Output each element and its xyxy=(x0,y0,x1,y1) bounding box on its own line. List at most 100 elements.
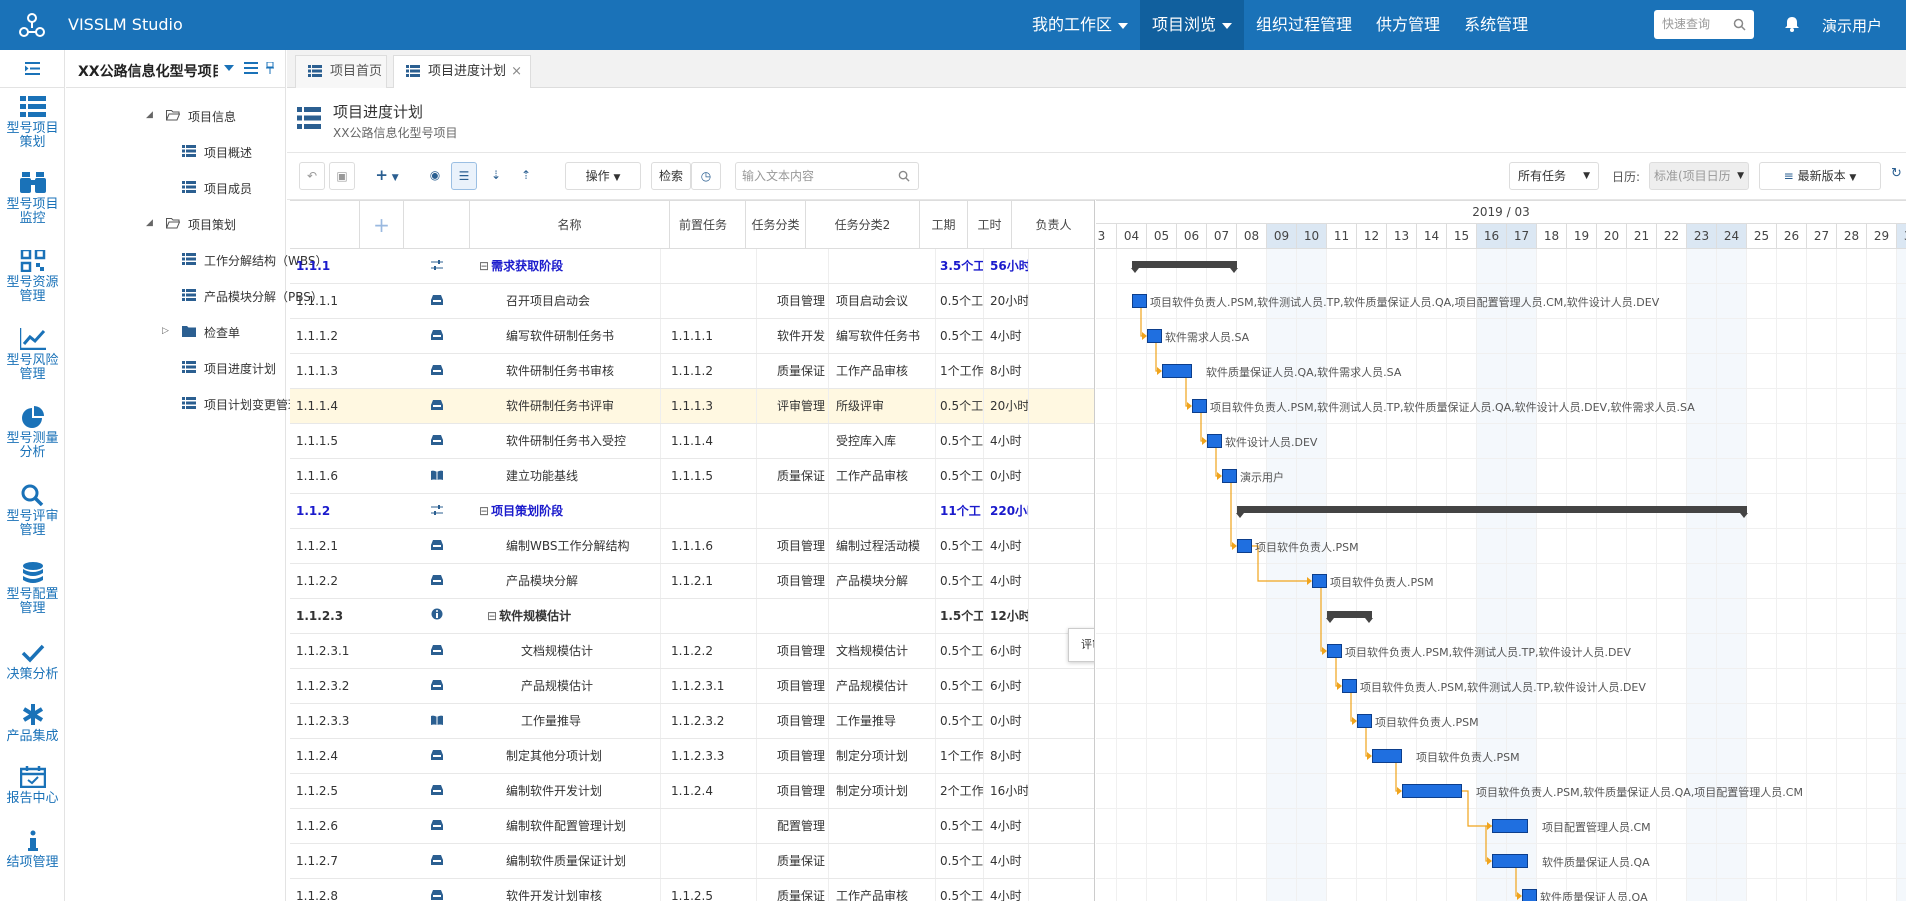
header-col-3[interactable]: 任务分类2 xyxy=(806,201,920,249)
table-row[interactable]: 1.1.1.4 软件研制任务书评审 1.1.1.3 评审管理 所级评审 0.5个工 20小时 xyxy=(290,389,1094,424)
expanded-icon[interactable]: ◢ xyxy=(146,110,153,120)
table-row[interactable]: 1.1.1.5 软件研制任务书入受控 1.1.1.4 受控库入库 0.5个工 4小时 xyxy=(290,424,1094,459)
chevron-down-icon[interactable] xyxy=(224,65,234,71)
align-left-button[interactable]: ☰ xyxy=(451,162,477,190)
tree-node-2[interactable]: 项目成员 xyxy=(182,180,252,197)
collapse-icon[interactable]: ⊟ xyxy=(479,259,489,273)
gantt-summary-bar[interactable] xyxy=(1131,261,1238,273)
header-col-1[interactable]: 前置任务 xyxy=(661,201,746,249)
undo-button[interactable]: ↶ xyxy=(299,162,325,190)
gantt-task-bar[interactable] xyxy=(1357,714,1372,728)
table-row[interactable]: 1.1.2.6 编制软件配置管理计划 配置管理 0.5个工 4小时 xyxy=(290,809,1094,844)
tree-node-8[interactable]: 项目计划变更管理 xyxy=(182,396,300,413)
header-col-4[interactable]: 工期 xyxy=(920,201,968,249)
project-selector[interactable]: XX公路信息化型号项目 xyxy=(78,61,218,81)
table-row[interactable]: 1.1.2.4 制定其他分项计划 1.1.2.3.3 项目管理 制定分项计划 1个工作 8小… xyxy=(290,739,1094,774)
user-menu[interactable]: 演示用户 xyxy=(1822,15,1882,36)
gantt-task-bar[interactable] xyxy=(1327,644,1342,658)
gantt-task-bar[interactable] xyxy=(1192,399,1207,413)
table-row[interactable]: 1.1.1.3 软件研制任务书审核 1.1.1.2 质量保证 工作产品审核 1个工作 8小时 xyxy=(290,354,1094,389)
gantt-task-bar[interactable] xyxy=(1342,679,1357,693)
header-col-6[interactable]: 负责人 xyxy=(1012,201,1094,249)
search-icon[interactable] xyxy=(1733,18,1746,31)
rail-collapse-toggle[interactable] xyxy=(0,50,64,88)
tab-1[interactable]: 项目进度计划 × xyxy=(393,55,531,88)
operate-dropdown[interactable]: 操作 ▼ xyxy=(565,162,641,190)
menu-icon[interactable] xyxy=(244,62,258,74)
indent-icon[interactable] xyxy=(25,62,40,75)
nav-item-4[interactable]: 系统管理 xyxy=(1452,0,1540,50)
gantt-task-bar[interactable] xyxy=(1492,854,1528,868)
nav-item-3[interactable]: 供方管理 xyxy=(1364,0,1452,50)
gantt-summary-bar[interactable] xyxy=(1236,506,1748,518)
add-button[interactable]: + ▼ xyxy=(365,162,409,190)
gantt-task-bar[interactable] xyxy=(1132,294,1147,308)
save-button[interactable]: ▣ xyxy=(329,162,355,190)
refresh-icon[interactable]: ↻ xyxy=(1891,166,1902,181)
table-row[interactable]: 1.1.2.5 编制软件开发计划 1.1.2.4 项目管理 制定分项计划 2个工作 16小时 xyxy=(290,774,1094,809)
table-row[interactable]: 1.1.1 ⊟ 需求获取阶段 3.5个工 56小时 xyxy=(290,249,1094,284)
nav-item-2[interactable]: 组织过程管理 xyxy=(1244,0,1364,50)
collapse-icon[interactable]: ⊟ xyxy=(487,609,497,623)
collapse-icon[interactable]: ⊟ xyxy=(479,504,489,518)
nav-item-0[interactable]: 我的工作区 xyxy=(1020,0,1140,50)
rail-item-1[interactable]: 型号项目监控 xyxy=(0,172,65,226)
rail-item-3[interactable]: 型号风险管理 xyxy=(0,328,65,382)
tree-node-0[interactable]: ◢ 项目信息 xyxy=(146,108,236,125)
header-col-5[interactable]: 工时 xyxy=(968,201,1012,249)
gantt-task-bar[interactable] xyxy=(1237,539,1252,553)
quick-search-input[interactable]: 快速查询 xyxy=(1654,10,1754,39)
sort-desc-button[interactable]: ⇣ xyxy=(483,162,509,190)
gantt-task-bar[interactable] xyxy=(1522,889,1537,901)
gantt-summary-bar[interactable] xyxy=(1326,611,1373,623)
rail-item-10[interactable]: 结项管理 xyxy=(0,830,65,870)
tab-0[interactable]: 项目首页 xyxy=(295,55,387,88)
rail-item-7[interactable]: 决策分析 xyxy=(0,642,65,682)
gantt-task-bar[interactable] xyxy=(1222,469,1237,483)
tree-node-7[interactable]: 项目进度计划 xyxy=(182,360,276,377)
nav-item-1[interactable]: 项目浏览 xyxy=(1140,0,1245,50)
table-row[interactable]: 1.1.1.6 建立功能基线 1.1.1.5 质量保证 工作产品审核 0.5个工 0小时 xyxy=(290,459,1094,494)
rail-item-6[interactable]: 型号配置管理 xyxy=(0,562,65,616)
rail-item-5[interactable]: 型号评审管理 xyxy=(0,484,65,538)
table-row[interactable]: 1.1.1.1 召开项目启动会 项目管理 项目启动会议 0.5个工 20小时 xyxy=(290,284,1094,319)
header-col-2[interactable]: 任务分类 xyxy=(746,201,806,249)
pin-icon[interactable] xyxy=(266,62,274,74)
sort-asc-button[interactable]: ⇡ xyxy=(513,162,539,190)
collapsed-icon[interactable]: ▷ xyxy=(162,326,169,336)
task-filter-select[interactable]: 所有任务 ▼ xyxy=(1509,162,1599,190)
table-row[interactable]: 1.1.2.2 产品模块分解 1.1.2.1 项目管理 产品模块分解 0.5个工 4小时 xyxy=(290,564,1094,599)
rail-item-0[interactable]: 型号项目策划 xyxy=(0,96,65,150)
clock-button[interactable]: ◷ xyxy=(691,162,721,190)
expanded-icon[interactable]: ◢ xyxy=(146,218,153,228)
target-button[interactable]: ◉ xyxy=(423,162,447,190)
tree-node-1[interactable]: 项目概述 xyxy=(182,144,252,161)
table-row[interactable]: 1.1.1.2 编写软件研制任务书 1.1.1.1 软件开发 编写软件任务书 0.5个工 4… xyxy=(290,319,1094,354)
calendar-select[interactable]: 标准(项目日历 ▼ xyxy=(1649,162,1749,190)
gantt-task-bar[interactable] xyxy=(1162,364,1192,378)
gantt-task-bar[interactable] xyxy=(1147,329,1162,343)
gantt-task-bar[interactable] xyxy=(1312,574,1327,588)
gantt-task-bar[interactable] xyxy=(1207,434,1222,448)
gantt-task-bar[interactable] xyxy=(1402,784,1462,798)
version-dropdown[interactable]: ≡ 最新版本 ▼ xyxy=(1759,162,1881,190)
gantt-task-bar[interactable] xyxy=(1372,749,1402,763)
table-row[interactable]: 1.1.2.8 软件开发计划审核 1.1.2.5 质量保证 工作产品审核 0.5个工 4小时 xyxy=(290,879,1094,901)
rail-item-4[interactable]: 型号测量分析 xyxy=(0,406,65,460)
gantt-task-bar[interactable] xyxy=(1492,819,1528,833)
rail-item-2[interactable]: 型号资源管理 xyxy=(0,250,65,304)
tree-node-3[interactable]: ◢ 项目策划 xyxy=(146,216,236,233)
table-row[interactable]: 1.1.2.3.1 文档规模估计 1.1.2.2 项目管理 文档规模估计 0.5个工 6小时 xyxy=(290,634,1094,669)
search-field-button[interactable]: 检索 xyxy=(651,162,691,190)
rail-item-8[interactable]: 产品集成 xyxy=(0,704,65,744)
search-text-input[interactable]: 输入文本内容 xyxy=(735,162,919,190)
table-row[interactable]: 1.1.2.1 编制WBS工作分解结构 1.1.1.6 项目管理 编制过程活动模 0.5个… xyxy=(290,529,1094,564)
table-row[interactable]: 1.1.2.3.2 产品规模估计 1.1.2.3.1 项目管理 产品规模估计 0.5个工 6… xyxy=(290,669,1094,704)
rail-item-9[interactable]: 报告中心 xyxy=(0,766,65,806)
table-row[interactable]: 1.1.2.3.3 工作量推导 1.1.2.3.2 项目管理 工作量推导 0.5个工 0小时 xyxy=(290,704,1094,739)
table-row[interactable]: 1.1.2.3 ⊟ 软件规模估计 1.5个工 12小时 xyxy=(290,599,1094,634)
tree-node-6[interactable]: ▷ 检查单 xyxy=(162,324,240,341)
add-row-button[interactable]: + xyxy=(360,201,404,249)
close-icon[interactable]: × xyxy=(511,56,522,88)
table-row[interactable]: 1.1.2.7 编制软件质量保证计划 质量保证 0.5个工 4小时 xyxy=(290,844,1094,879)
